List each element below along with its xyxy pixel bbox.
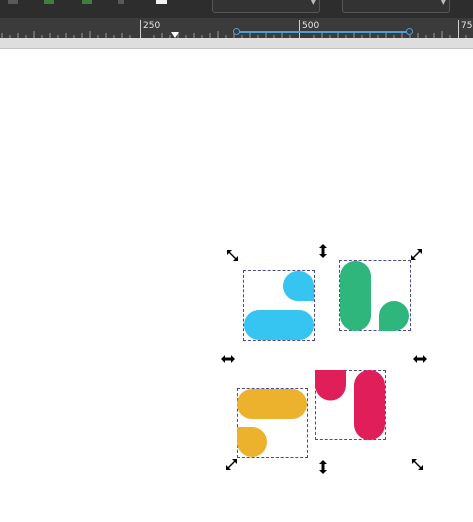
ruler-major-tick xyxy=(458,20,459,38)
selection-range-bar xyxy=(239,31,409,33)
ruler-label-500: 500 xyxy=(302,21,320,31)
ruler-gutter xyxy=(0,38,473,49)
red-logo-piece[interactable] xyxy=(315,370,386,441)
range-end-handle[interactable] xyxy=(406,28,413,35)
green-bar-shape xyxy=(340,261,371,331)
red-bar-shape xyxy=(354,370,385,440)
resize-handle-nw-icon[interactable] xyxy=(224,247,240,263)
tool-icon[interactable] xyxy=(8,0,18,4)
ruler-label-250: 250 xyxy=(143,21,161,31)
dropdown-field[interactable]: ▼ xyxy=(212,0,320,13)
distribute-icon[interactable] xyxy=(82,0,92,4)
resize-handle-w-icon[interactable] xyxy=(220,351,236,367)
ruler-major-tick xyxy=(140,20,141,38)
ruler-label-750: 750 xyxy=(461,21,473,31)
range-start-handle[interactable] xyxy=(233,28,240,35)
chevron-down-icon: ▼ xyxy=(440,0,446,6)
resize-handle-sw-icon[interactable] xyxy=(224,456,240,472)
chevron-down-icon: ▼ xyxy=(310,0,316,6)
blue-dot-shape xyxy=(283,270,315,301)
toolbar: ▼ ▼ xyxy=(0,0,473,18)
align-icon[interactable] xyxy=(44,0,54,4)
resize-handle-ne-icon[interactable] xyxy=(409,246,425,262)
page-icon[interactable] xyxy=(156,0,167,4)
resize-handle-n-icon[interactable] xyxy=(315,243,331,259)
blue-logo-piece[interactable] xyxy=(243,270,315,341)
tool-icon[interactable] xyxy=(118,0,124,4)
yellow-bar-shape xyxy=(237,389,307,419)
resize-handle-se-icon[interactable] xyxy=(409,456,425,472)
yellow-dot-shape xyxy=(237,427,267,457)
yellow-logo-piece[interactable] xyxy=(237,388,308,459)
blue-bar-shape xyxy=(244,310,314,340)
resize-handle-e-icon[interactable] xyxy=(412,351,428,367)
green-logo-piece[interactable] xyxy=(339,260,411,331)
green-dot-shape xyxy=(379,301,409,331)
dropdown-field[interactable]: ▼ xyxy=(342,0,450,13)
red-dot-shape xyxy=(315,370,346,401)
ruler-major-tick xyxy=(299,20,300,38)
resize-handle-s-icon[interactable] xyxy=(315,459,331,475)
